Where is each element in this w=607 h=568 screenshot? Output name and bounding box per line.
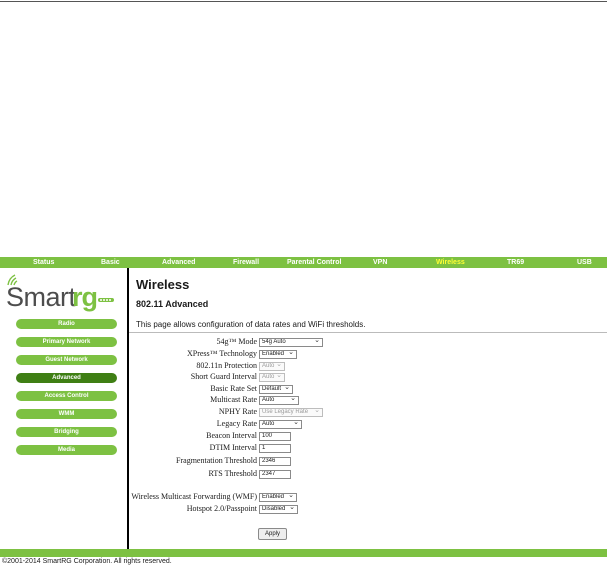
page-title: Wireless <box>136 277 190 292</box>
nav-firewall[interactable]: Firewall <box>233 257 259 268</box>
nav-basic[interactable]: Basic <box>101 257 120 268</box>
select-xpress-technology[interactable]: Enabled <box>259 350 297 359</box>
logo-dots-icon <box>98 298 114 302</box>
label-dtim-interval: DTIM Interval <box>209 443 257 452</box>
top-divider <box>0 1 607 2</box>
smartrg-logo: Smart rg <box>6 272 124 312</box>
section-title: 802.11 Advanced <box>136 299 209 309</box>
sidebar-item-bridging[interactable]: Bridging <box>16 427 117 437</box>
select-short-guard-interval[interactable]: Auto <box>259 373 285 382</box>
sidebar-item-advanced[interactable]: Advanced <box>16 373 117 383</box>
label-nphy-rate: NPHY Rate <box>218 407 257 416</box>
label-legacy-rate: Legacy Rate <box>216 419 257 428</box>
label-beacon-interval: Beacon Interval <box>206 431 257 440</box>
page-description: This page allows configuration of data r… <box>136 320 366 329</box>
input-beacon-interval[interactable]: 100 <box>259 432 291 441</box>
input-fragmentation-threshold[interactable]: 2346 <box>259 457 291 466</box>
select-hotspot-passpoint[interactable]: Disabled <box>259 505 298 514</box>
label-wmf: Wireless Multicast Forwarding (WMF) <box>131 492 257 501</box>
select-wmf[interactable]: Enabled <box>259 493 297 502</box>
nav-vpn[interactable]: VPN <box>373 257 387 268</box>
select-nphy-rate[interactable]: Use Legacy Rate <box>259 408 323 417</box>
input-dtim-interval[interactable]: 1 <box>259 444 291 453</box>
nav-tr69[interactable]: TR69 <box>507 257 524 268</box>
label-hotspot-passpoint: Hotspot 2.0/Passpoint <box>186 504 257 513</box>
nav-status[interactable]: Status <box>33 257 54 268</box>
nav-parental-control[interactable]: Parental Control <box>287 257 341 268</box>
logo-smart-text: Smart <box>6 282 76 312</box>
sidebar-divider <box>127 268 129 549</box>
label-multicast-rate: Multicast Rate <box>210 395 257 404</box>
select-legacy-rate[interactable]: Auto <box>259 420 302 429</box>
footer-bar <box>0 549 607 557</box>
select-multicast-rate[interactable]: Auto <box>259 396 299 405</box>
apply-button[interactable]: Apply <box>258 528 287 540</box>
footer-copyright: ©2001-2014 SmartRG Corporation. All righ… <box>2 558 172 565</box>
sidebar-item-access-control[interactable]: Access Control <box>16 391 117 401</box>
sidebar-item-wmm[interactable]: WMM <box>16 409 117 419</box>
content-divider <box>129 332 607 333</box>
label-fragmentation-threshold: Fragmentation Threshold <box>176 456 257 465</box>
select-54g-mode[interactable]: 54g Auto <box>259 338 323 347</box>
select-80211n-protection[interactable]: Auto <box>259 362 285 371</box>
logo-rg-text: rg <box>72 282 98 312</box>
label-rts-threshold: RTS Threshold <box>208 469 257 478</box>
label-80211n-protection: 802.11n Protection <box>196 361 257 370</box>
sidebar-item-radio[interactable]: Radio <box>16 319 117 329</box>
nav-usb[interactable]: USB <box>577 257 592 268</box>
sidebar-item-guest-network[interactable]: Guest Network <box>16 355 117 365</box>
label-xpress-technology: XPress™ Technology <box>186 349 257 358</box>
sidebar-item-media[interactable]: Media <box>16 445 117 455</box>
nav-advanced[interactable]: Advanced <box>162 257 195 268</box>
select-basic-rate-set[interactable]: Default <box>259 385 293 394</box>
nav-wireless[interactable]: Wireless <box>436 257 465 268</box>
input-rts-threshold[interactable]: 2347 <box>259 470 291 479</box>
top-navbar: Status Basic Advanced Firewall Parental … <box>0 257 607 268</box>
label-short-guard-interval: Short Guard Interval <box>190 372 257 381</box>
sidebar-item-primary-network[interactable]: Primary Network <box>16 337 117 347</box>
label-54g-mode: 54g™ Mode <box>216 337 257 346</box>
label-basic-rate-set: Basic Rate Set <box>210 384 257 393</box>
